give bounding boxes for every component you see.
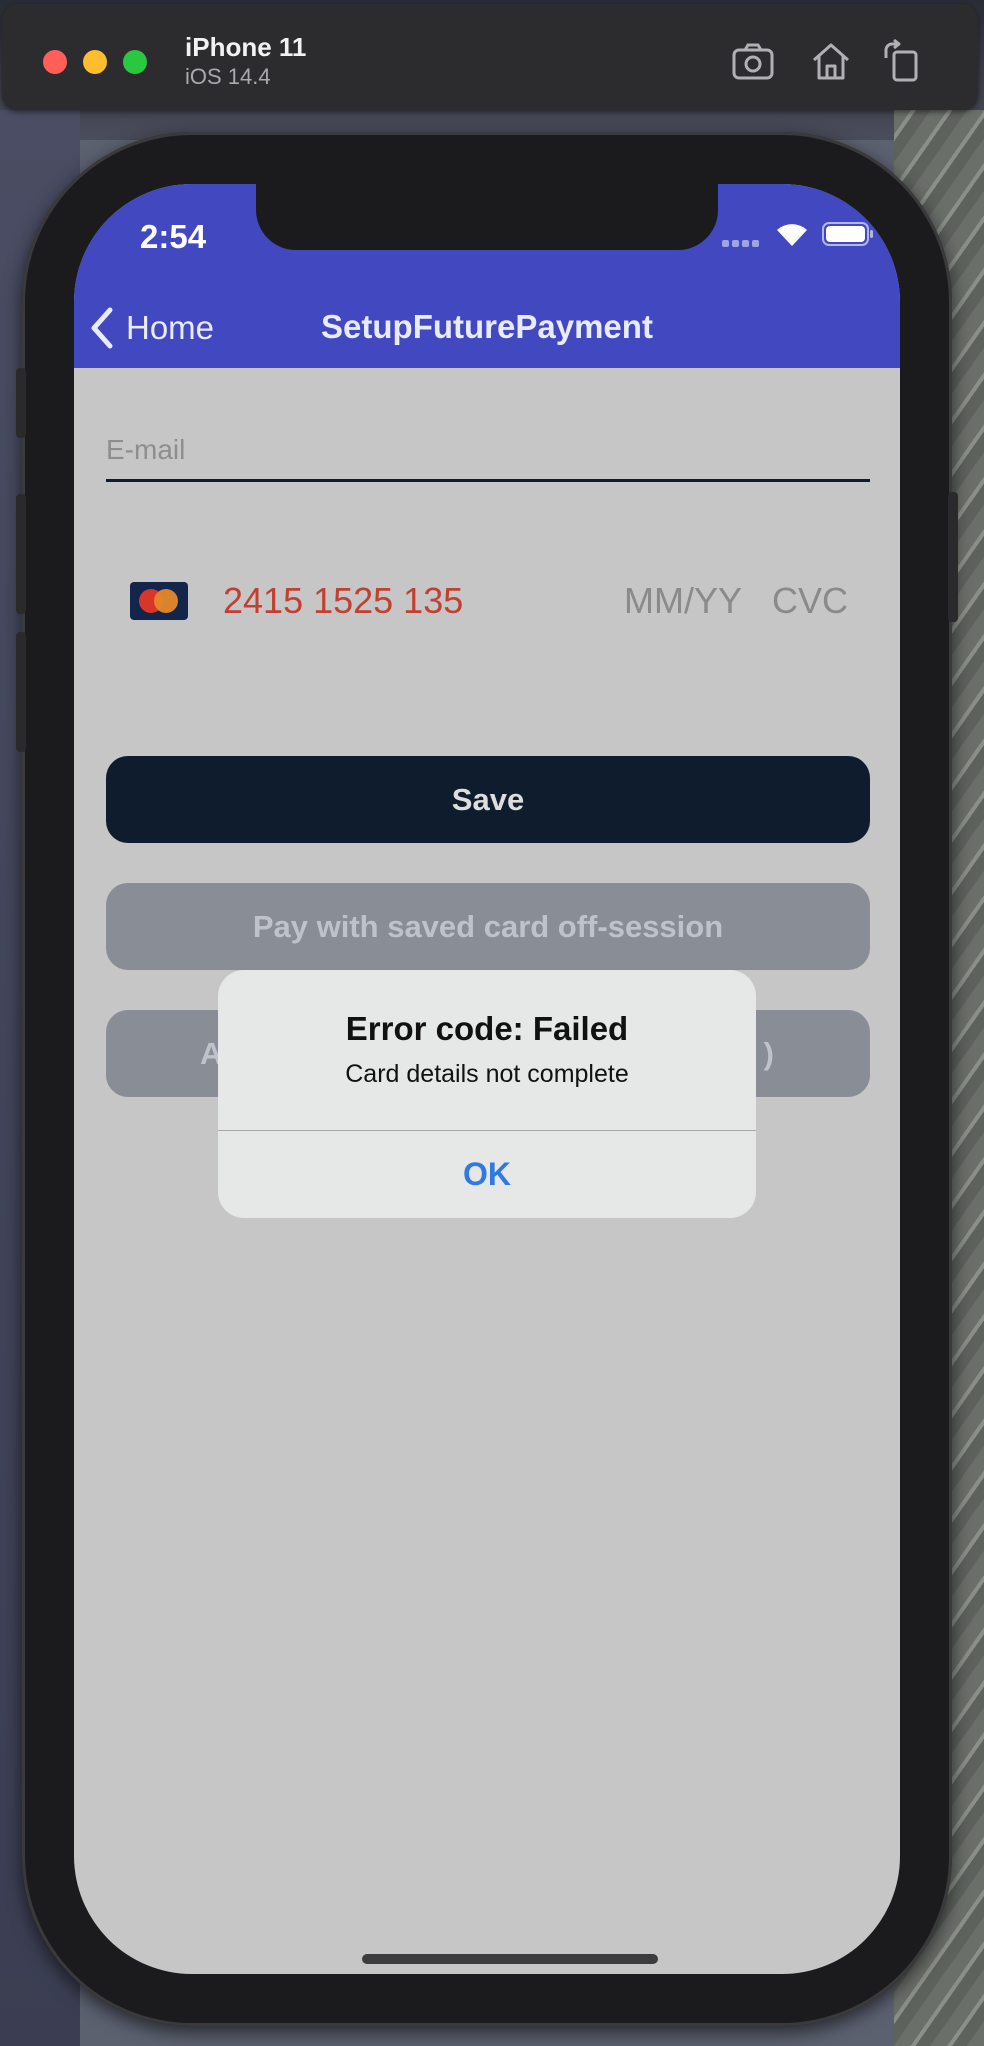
volume-up-button (16, 494, 26, 614)
mute-switch (16, 368, 26, 438)
page-title: SetupFuturePayment (321, 308, 653, 345)
power-button (948, 492, 958, 622)
status-icons (722, 220, 873, 252)
minimize-window-button[interactable] (83, 50, 107, 74)
phone-screen: 2:54 Home SetupFuturePayment E-mail 2415… (74, 184, 900, 1974)
simulator-device-name: iPhone 11 (185, 32, 307, 62)
signal-icon (722, 234, 762, 252)
mastercard-icon (130, 582, 188, 620)
simulator-os-version: iOS 14.4 (185, 64, 271, 89)
card-number-input[interactable]: 2415 1525 135 (223, 580, 463, 622)
third-button-label-right: ) (763, 1035, 774, 1071)
rotate-icon[interactable] (880, 38, 926, 84)
wifi-icon (777, 224, 807, 246)
iphone-device-frame: 2:54 Home SetupFuturePayment E-mail 2415… (16, 132, 958, 2026)
alert-title: Error code: Failed (345, 1010, 629, 1047)
volume-down-button (16, 632, 26, 752)
card-input-field[interactable]: 2415 1525 135 MM/YY CVC (106, 576, 870, 636)
screenshot-icon[interactable] (730, 38, 776, 84)
error-alert-dialog: Error code: Failed Card details not comp… (218, 970, 756, 1218)
status-time: 2:54 (140, 218, 207, 255)
card-cvc-input[interactable]: CVC (772, 580, 848, 622)
home-indicator[interactable] (362, 1954, 658, 1964)
pay-with-saved-card-button[interactable]: Pay with saved card off-session (106, 883, 870, 970)
card-expiry-input[interactable]: MM/YY (624, 580, 742, 622)
email-field[interactable] (106, 430, 870, 482)
battery-icon (822, 222, 873, 246)
alert-message: Card details not complete (345, 1060, 629, 1088)
alert-ok-button[interactable]: OK (218, 1131, 756, 1218)
save-button[interactable]: Save (106, 756, 870, 843)
simulator-title-bar: iPhone 11 iOS 14.4 (2, 4, 978, 110)
home-icon[interactable] (808, 38, 854, 84)
screen-notch (256, 184, 718, 250)
close-window-button[interactable] (43, 50, 67, 74)
zoom-window-button[interactable] (123, 50, 147, 74)
